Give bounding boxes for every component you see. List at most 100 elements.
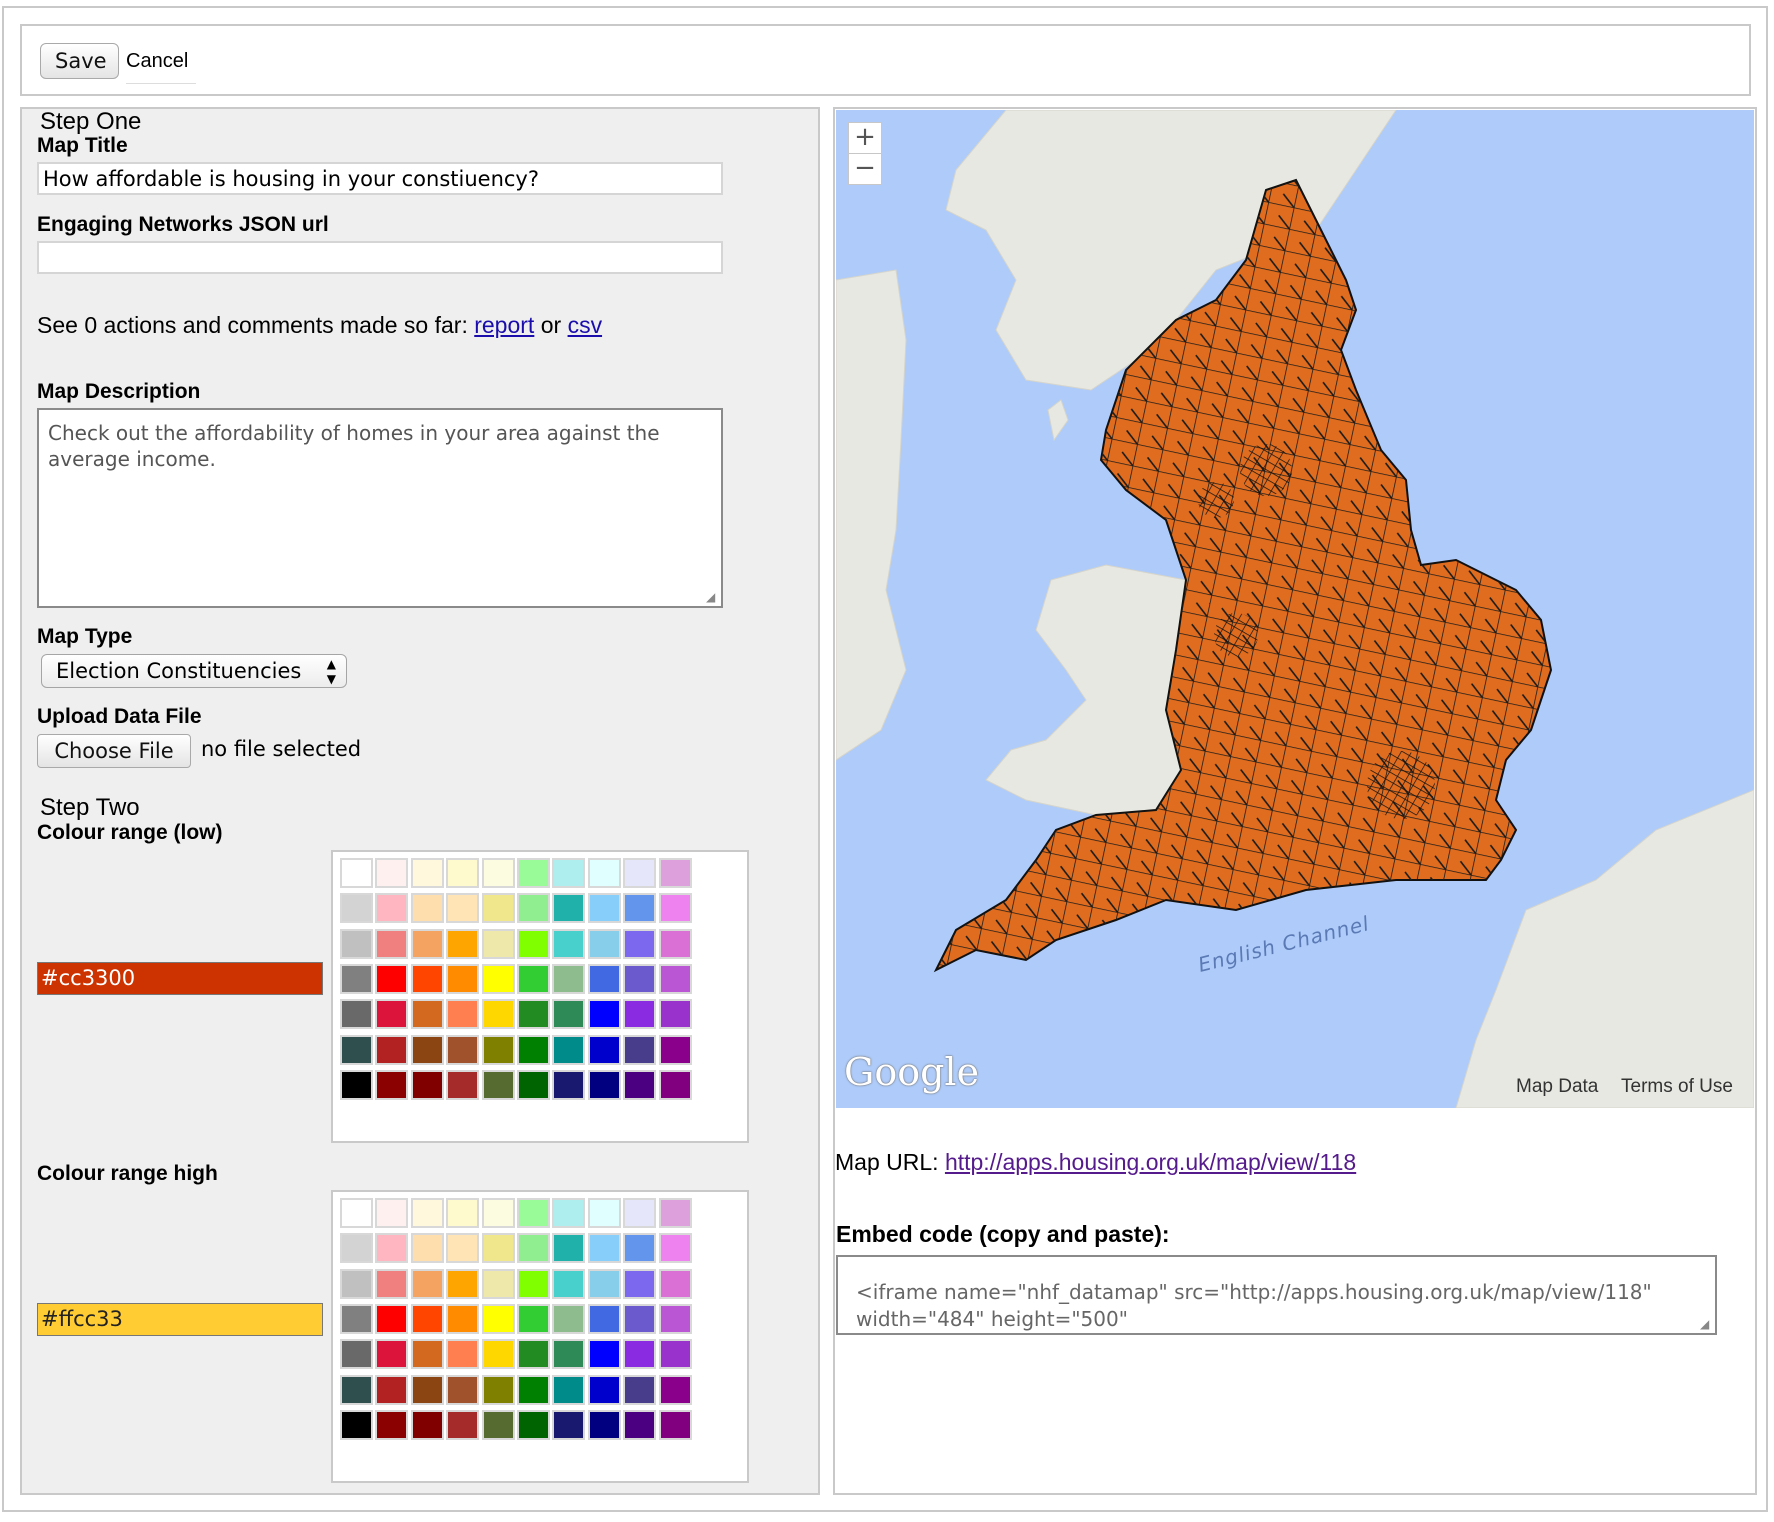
colour-swatch-cell[interactable] [446, 1034, 480, 1065]
colour-swatch-cell[interactable] [375, 1233, 409, 1264]
colour-swatch-cell[interactable] [481, 1409, 515, 1440]
colour-swatch-cell[interactable] [446, 1303, 480, 1334]
colour-swatch-cell[interactable] [375, 1034, 409, 1065]
colour-swatch-cell[interactable] [410, 1233, 444, 1264]
colour-swatch-cell[interactable] [340, 928, 373, 959]
colour-swatch-cell[interactable] [658, 1374, 692, 1405]
colour-swatch-cell[interactable] [340, 1233, 373, 1264]
colour-swatch-cell[interactable] [552, 1374, 586, 1405]
colour-swatch-cell[interactable] [658, 1069, 692, 1100]
colour-swatch-cell[interactable] [481, 1339, 515, 1370]
colour-swatch-cell[interactable] [623, 1233, 657, 1264]
colour-swatch-cell[interactable] [587, 1374, 621, 1405]
colour-swatch-cell[interactable] [587, 963, 621, 994]
colour-swatch-cell[interactable] [552, 928, 586, 959]
colour-swatch-cell[interactable] [375, 928, 409, 959]
colour-swatch-cell[interactable] [623, 999, 657, 1030]
colour-swatch-cell[interactable] [552, 1339, 586, 1370]
colour-swatch-cell[interactable] [481, 999, 515, 1030]
colour-swatch-cell[interactable] [446, 1374, 480, 1405]
report-link[interactable]: report [474, 312, 534, 338]
colour-swatch-cell[interactable] [375, 1409, 409, 1440]
colour-swatch-cell[interactable] [517, 928, 550, 959]
colour-swatch-cell[interactable] [446, 1409, 480, 1440]
colour-swatch-cell[interactable] [552, 963, 586, 994]
colour-swatch-cell[interactable] [658, 963, 692, 994]
colour-swatch-cell[interactable] [552, 1198, 586, 1228]
colour-swatch-cell[interactable] [658, 1303, 692, 1334]
colour-swatch-cell[interactable] [375, 1339, 409, 1370]
colour-swatch-cell[interactable] [375, 1198, 409, 1228]
colour-swatch-cell[interactable] [446, 858, 480, 888]
colour-swatch-cell[interactable] [481, 1069, 515, 1100]
colour-swatch-cell[interactable] [658, 858, 692, 888]
colour-swatch-cell[interactable] [517, 999, 550, 1030]
colour-swatch-cell[interactable] [410, 928, 444, 959]
colour-swatch-cell[interactable] [410, 1268, 444, 1299]
colour-swatch-cell[interactable] [552, 1069, 586, 1100]
colour-swatch-cell[interactable] [446, 1198, 480, 1228]
colour-swatch-cell[interactable] [587, 893, 621, 924]
colour-swatch-cell[interactable] [446, 1268, 480, 1299]
colour-swatch-cell[interactable] [446, 1233, 480, 1264]
colour-swatch-cell[interactable] [623, 1268, 657, 1299]
colour-swatch-cell[interactable] [375, 858, 409, 888]
resize-handle-icon[interactable]: ◢ [1700, 1318, 1712, 1330]
colour-swatch-cell[interactable] [587, 1409, 621, 1440]
colour-swatch-cell[interactable] [340, 1374, 373, 1405]
colour-swatch-cell[interactable] [375, 1268, 409, 1299]
resize-handle-icon[interactable]: ◢ [706, 591, 718, 603]
colour-swatch-cell[interactable] [410, 1303, 444, 1334]
colour-swatch-cell[interactable] [446, 963, 480, 994]
zoom-out-button[interactable]: − [848, 153, 882, 185]
colour-swatch-cell[interactable] [446, 1069, 480, 1100]
colour-swatch-cell[interactable] [658, 1034, 692, 1065]
colour-swatch-cell[interactable] [410, 1034, 444, 1065]
colour-swatch-cell[interactable] [517, 1339, 550, 1370]
colour-swatch-cell[interactable] [410, 1069, 444, 1100]
colour-swatch-cell[interactable] [623, 1069, 657, 1100]
zoom-in-button[interactable]: + [848, 122, 882, 154]
colour-swatch-cell[interactable] [623, 1374, 657, 1405]
map-data-link[interactable]: Map Data [1516, 1076, 1598, 1098]
colour-swatch-cell[interactable] [658, 999, 692, 1030]
colour-swatch-cell[interactable] [552, 1034, 586, 1065]
map-title-input[interactable]: How affordable is housing in your consti… [37, 162, 723, 195]
map-url-link[interactable]: http://apps.housing.org.uk/map/view/118 [945, 1149, 1356, 1175]
colour-swatch-cell[interactable] [623, 1339, 657, 1370]
colour-swatch-cell[interactable] [587, 1339, 621, 1370]
colour-swatch-cell[interactable] [623, 1409, 657, 1440]
colour-swatch-cell[interactable] [375, 999, 409, 1030]
colour-swatch-cell[interactable] [552, 1268, 586, 1299]
colour-swatch-cell[interactable] [446, 999, 480, 1030]
colour-swatch-cell[interactable] [517, 1034, 550, 1065]
colour-swatch-cell[interactable] [481, 893, 515, 924]
colour-swatch-cell[interactable] [517, 1409, 550, 1440]
colour-swatch-cell[interactable] [481, 1268, 515, 1299]
colour-swatch-cell[interactable] [658, 893, 692, 924]
colour-swatch-cell[interactable] [340, 858, 373, 888]
colour-swatch-cell[interactable] [623, 893, 657, 924]
colour-swatch-cell[interactable] [623, 1198, 657, 1228]
csv-link[interactable]: csv [568, 312, 603, 338]
colour-high-input[interactable]: #ffcc33 [37, 1303, 323, 1336]
colour-swatch-cell[interactable] [517, 1069, 550, 1100]
colour-swatch-cell[interactable] [375, 893, 409, 924]
colour-swatch-cell[interactable] [658, 1339, 692, 1370]
colour-swatch-cell[interactable] [587, 1233, 621, 1264]
colour-swatch-cell[interactable] [552, 1303, 586, 1334]
colour-swatch-cell[interactable] [623, 858, 657, 888]
colour-swatch-cell[interactable] [375, 1374, 409, 1405]
colour-swatch-cell[interactable] [517, 1233, 550, 1264]
colour-swatch-cell[interactable] [658, 1233, 692, 1264]
colour-swatch-cell[interactable] [517, 1303, 550, 1334]
colour-swatch-cell[interactable] [481, 1303, 515, 1334]
colour-swatch-cell[interactable] [410, 999, 444, 1030]
colour-swatch-cell[interactable] [552, 1233, 586, 1264]
colour-swatch-cell[interactable] [410, 963, 444, 994]
colour-swatch-cell[interactable] [481, 1198, 515, 1228]
map-view[interactable]: + − English Channel Google Map Data Term… [836, 110, 1754, 1108]
colour-swatch-cell[interactable] [410, 1339, 444, 1370]
colour-swatch-cell[interactable] [552, 999, 586, 1030]
colour-swatch-cell[interactable] [375, 963, 409, 994]
